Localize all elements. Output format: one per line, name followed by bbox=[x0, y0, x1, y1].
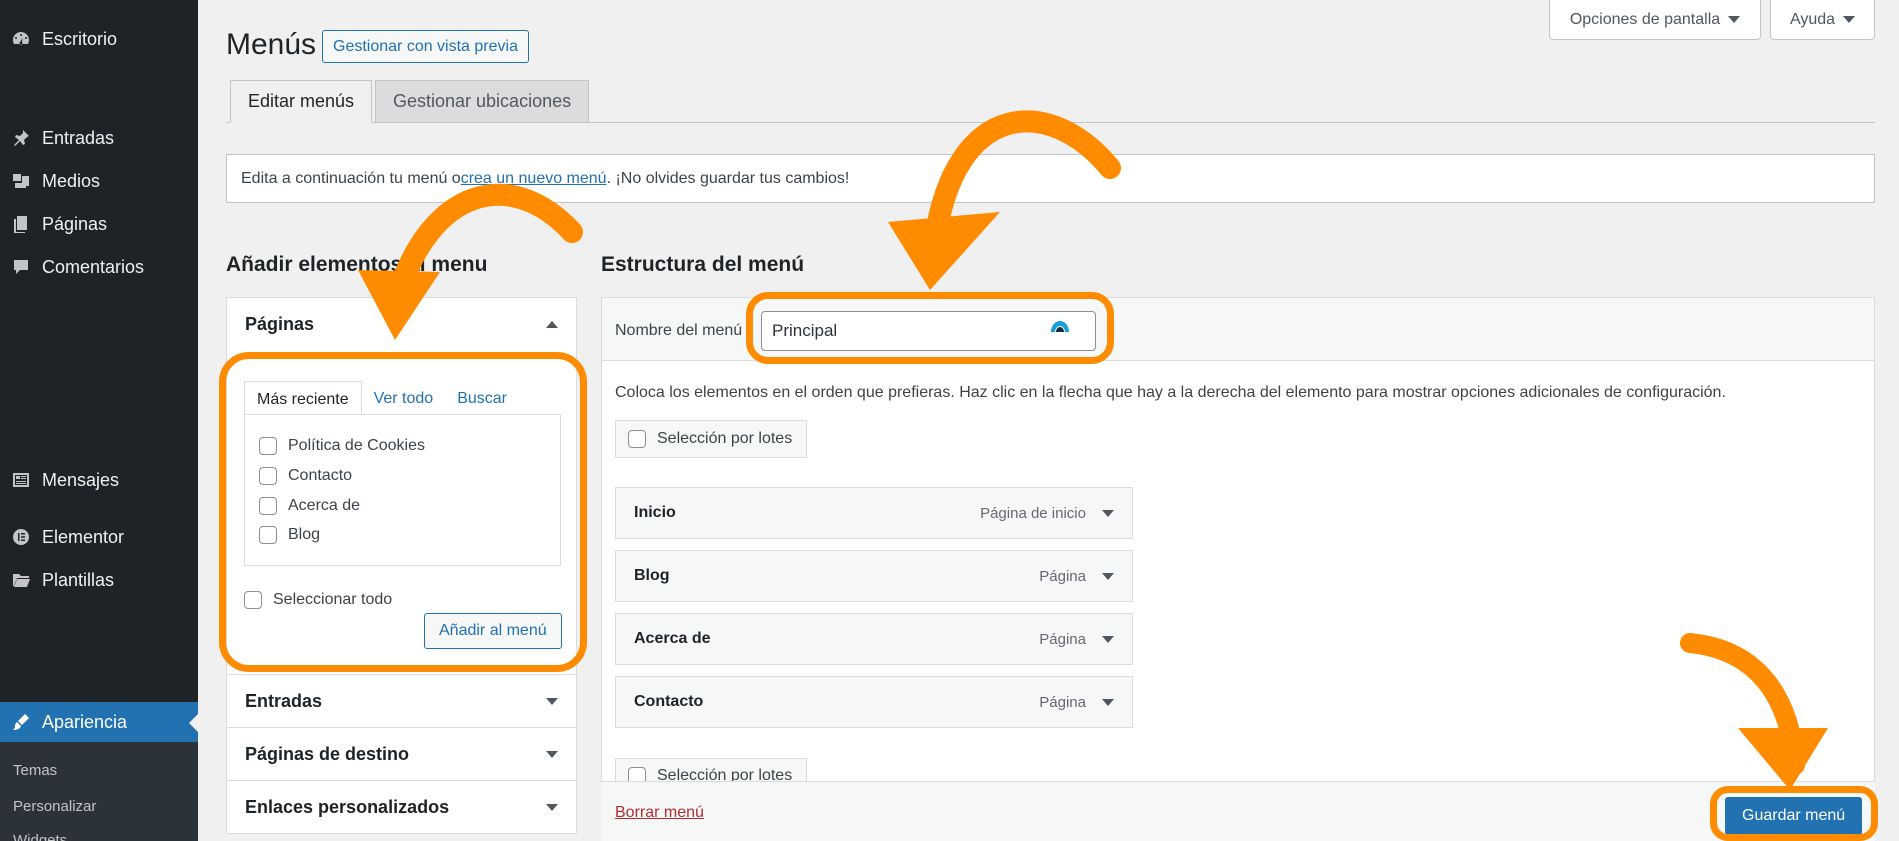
menu-structure-title: Estructura del menú bbox=[601, 253, 805, 276]
folder-icon bbox=[10, 569, 32, 591]
sidebar-item-apariencia[interactable]: Apariencia bbox=[0, 702, 198, 742]
sidebar-label: Escritorio bbox=[42, 28, 118, 49]
sidebar-label: Apariencia bbox=[42, 711, 128, 732]
expand-arrow-icon[interactable] bbox=[1102, 698, 1114, 706]
sidebar-item-escritorio[interactable]: Escritorio bbox=[0, 19, 198, 59]
menu-item-title: Contacto bbox=[634, 693, 704, 710]
sidebar-item-elementor[interactable]: Elementor bbox=[0, 517, 198, 557]
appearance-submenu: Temas Personalizar Widgets bbox=[0, 742, 198, 841]
tab-edit-menus[interactable]: Editar menús bbox=[230, 80, 373, 123]
sidebar-label: Páginas bbox=[42, 213, 108, 234]
section-label: Entradas bbox=[245, 690, 323, 711]
tab-manage-locations[interactable]: Gestionar ubicaciones bbox=[375, 80, 590, 123]
chevron-down-icon bbox=[546, 697, 558, 705]
menu-item-type: Página bbox=[1039, 567, 1086, 585]
pages-accordion-header[interactable]: Páginas bbox=[227, 298, 576, 350]
menu-item-inicio[interactable]: Inicio Página de inicio bbox=[615, 487, 1133, 539]
media-icon bbox=[10, 170, 32, 192]
notice-text-after: . ¡No olvides guardar tus cambios! bbox=[606, 169, 850, 187]
comments-icon bbox=[10, 256, 32, 278]
messages-icon bbox=[10, 469, 32, 491]
submenu-item-widgets[interactable]: Widgets bbox=[13, 832, 67, 841]
screen-options-button[interactable]: Opciones de pantalla bbox=[1549, 0, 1761, 40]
landing-pages-accordion[interactable]: Páginas de destino bbox=[226, 727, 577, 781]
sidebar-label: Mensajes bbox=[42, 469, 120, 490]
expand-arrow-icon[interactable] bbox=[1102, 635, 1114, 643]
menu-name-label: Nombre del menú bbox=[615, 322, 743, 339]
highlight-menu-name bbox=[746, 292, 1114, 364]
help-button[interactable]: Ayuda bbox=[1770, 0, 1875, 40]
pages-icon bbox=[10, 213, 32, 235]
pages-section-label: Páginas bbox=[245, 313, 315, 334]
posts-accordion[interactable]: Entradas bbox=[226, 674, 577, 728]
pin-icon bbox=[10, 127, 32, 149]
notice-text-before: Edita a continuación tu menú o bbox=[241, 169, 461, 187]
landing-pages-accordion-header[interactable]: Páginas de destino bbox=[227, 728, 576, 780]
section-label: Enlaces personalizados bbox=[245, 796, 450, 817]
page-title: Menús bbox=[226, 28, 317, 61]
menu-item-blog[interactable]: Blog Página bbox=[615, 550, 1133, 602]
sidebar-label: Entradas bbox=[42, 127, 115, 148]
submenu-item-temas[interactable]: Temas bbox=[13, 762, 57, 779]
sidebar-item-comentarios[interactable]: Comentarios bbox=[0, 247, 198, 287]
menu-item-type: Página bbox=[1039, 693, 1086, 711]
elementor-icon bbox=[10, 526, 32, 548]
menu-item-contacto[interactable]: Contacto Página bbox=[615, 676, 1133, 728]
chevron-down-icon bbox=[1728, 16, 1741, 23]
bulk-select-checkbox[interactable] bbox=[628, 430, 646, 448]
submenu-item-personalizar[interactable]: Personalizar bbox=[13, 798, 96, 815]
sidebar-item-paginas[interactable]: Páginas bbox=[0, 204, 198, 244]
custom-links-accordion-header[interactable]: Enlaces personalizados bbox=[227, 781, 576, 833]
manage-with-preview-button[interactable]: Gestionar con vista previa bbox=[322, 30, 529, 63]
arrow-curve-left bbox=[387, 183, 583, 306]
menu-item-type: Página bbox=[1039, 630, 1086, 648]
chevron-down-icon bbox=[546, 750, 558, 758]
bulk-select-top[interactable]: Selección por lotes bbox=[615, 420, 807, 458]
posts-accordion-header[interactable]: Entradas bbox=[227, 675, 576, 727]
menu-item-title: Acerca de bbox=[634, 630, 711, 647]
chevron-down-icon bbox=[1843, 16, 1856, 23]
menu-footer bbox=[601, 781, 1875, 841]
expand-arrow-icon[interactable] bbox=[1102, 509, 1114, 517]
screen-options-label: Opciones de pantalla bbox=[1569, 10, 1721, 28]
sidebar-item-mensajes[interactable]: Mensajes bbox=[0, 460, 198, 500]
admin-sidebar: Escritorio Entradas Medios Páginas Comen… bbox=[0, 0, 198, 841]
arrow-head-middle bbox=[888, 212, 1000, 290]
expand-arrow-icon[interactable] bbox=[1102, 572, 1114, 580]
create-new-menu-link[interactable]: crea un nuevo menú bbox=[461, 170, 607, 188]
chevron-up-icon bbox=[546, 320, 558, 328]
menu-instructions: Coloca los elementos en el orden que pre… bbox=[615, 384, 1726, 401]
sidebar-item-entradas[interactable]: Entradas bbox=[0, 118, 198, 158]
add-items-title: Añadir elementos al menu bbox=[226, 253, 488, 276]
chevron-down-icon bbox=[546, 803, 558, 811]
sidebar-item-medios[interactable]: Medios bbox=[0, 161, 198, 201]
help-label: Ayuda bbox=[1789, 10, 1836, 28]
sidebar-label: Comentarios bbox=[42, 256, 145, 277]
notice-box: Edita a continuación tu menú o crea un n… bbox=[226, 154, 1875, 203]
section-label: Páginas de destino bbox=[245, 743, 410, 764]
menu-item-title: Inicio bbox=[634, 504, 676, 521]
highlight-save-button bbox=[1710, 786, 1878, 841]
sidebar-label: Medios bbox=[42, 170, 101, 191]
sidebar-label: Elementor bbox=[42, 526, 125, 547]
delete-menu-link[interactable]: Borrar menú bbox=[615, 804, 704, 822]
menu-item-type: Página de inicio bbox=[980, 504, 1086, 522]
brush-icon bbox=[10, 711, 32, 733]
bulk-select-label: Selección por lotes bbox=[657, 430, 793, 447]
menu-item-acerca-de[interactable]: Acerca de Página bbox=[615, 613, 1133, 665]
sidebar-label: Plantillas bbox=[42, 569, 115, 590]
custom-links-accordion[interactable]: Enlaces personalizados bbox=[226, 780, 577, 834]
sidebar-item-plantillas[interactable]: Plantillas bbox=[0, 560, 198, 600]
highlight-pages-box bbox=[219, 352, 587, 672]
dashboard-icon bbox=[10, 28, 32, 50]
menu-item-title: Blog bbox=[634, 567, 670, 584]
